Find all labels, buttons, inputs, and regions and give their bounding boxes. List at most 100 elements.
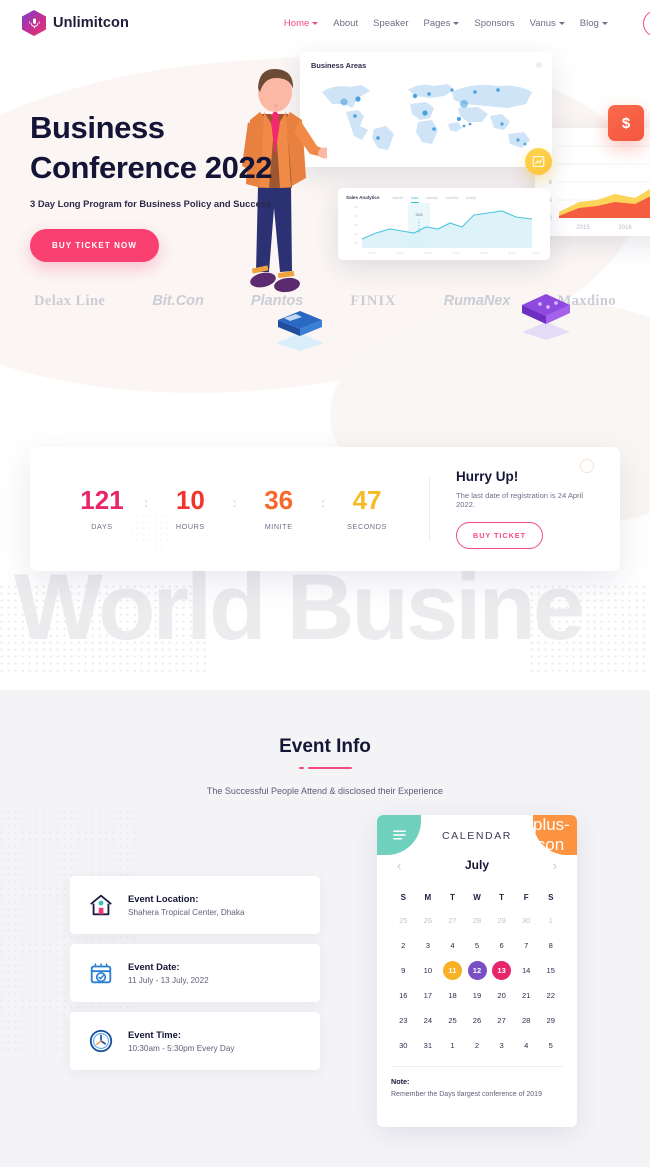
calendar-prev-month-button[interactable]: ‹ [397, 859, 401, 872]
calendar-day-cell[interactable]: 29 [538, 1008, 563, 1033]
calendar-day-cell[interactable]: 24 [416, 1008, 441, 1033]
gear-icon[interactable] [535, 61, 543, 69]
landing-page: Unlimitcon Home About Speaker Pages Spon… [0, 0, 650, 1167]
countdown-divider [429, 477, 430, 541]
microphone-hexagon-logo-icon [22, 10, 46, 36]
svg-text:21:00: 21:00 [509, 251, 516, 255]
svg-text:20: 20 [355, 232, 359, 236]
svg-text:23:00: 23:00 [533, 251, 540, 255]
nav-item-home[interactable]: Home [284, 18, 319, 29]
calendar-day-cell[interactable]: 4 [440, 933, 465, 958]
calendar-day-cell[interactable]: 26 [416, 908, 441, 933]
calendar-day-cell[interactable]: 20 [489, 983, 514, 1008]
event-time-value: 10:30am - 5:30pm Every Day [128, 1044, 235, 1053]
calendar-next-month-button[interactable]: › [553, 859, 557, 872]
event-location-title: Event Location: [128, 893, 199, 904]
calendar-day-cell[interactable]: 30 [514, 908, 539, 933]
buy-ticket-nav-button[interactable]: BUY TICKET [642, 9, 650, 37]
event-time-card[interactable]: Event Time: 10:30am - 5:30pm Every Day [70, 1012, 320, 1070]
calendar-day-cell[interactable]: 6 [489, 933, 514, 958]
calendar-day-cell[interactable]: 1 [538, 908, 563, 933]
calendar-day-cell[interactable]: 1 [440, 1033, 465, 1058]
calendar-day-cell[interactable]: 9 [391, 958, 416, 983]
dow-thu: T [499, 892, 505, 902]
calendar-week-row: 30 31 1 2 3 4 5 [391, 1033, 563, 1058]
hurry-up-block: Hurry Up! The last date of registration … [456, 469, 620, 549]
countdown-unit-seconds: 47 SECONDS [329, 487, 405, 531]
clock-icon [89, 1029, 113, 1053]
calendar-day-cell[interactable]: 14 [514, 958, 539, 983]
calendar-day-cell[interactable]: 23 [391, 1008, 416, 1033]
tab-monthly[interactable]: monthly [446, 196, 459, 200]
calendar-day-cell[interactable]: 4 [514, 1033, 539, 1058]
calendar-day-cell[interactable]: 21 [514, 983, 539, 1008]
calendar-day-cell[interactable]: 29 [489, 908, 514, 933]
calendar-day-cell[interactable]: 11 [440, 958, 465, 983]
calendar-day-cell[interactable]: 5 [538, 1033, 563, 1058]
calendar-note-title: Note: [391, 1077, 410, 1086]
event-info-header: Event Info The Successful People Attend … [0, 690, 650, 796]
calendar-day-cell[interactable]: 16 [391, 983, 416, 1008]
tab-yearly[interactable]: yearly [466, 196, 476, 200]
hero-copy: Business Conference 2022 3 Day Long Prog… [30, 108, 274, 263]
nav-item-pages[interactable]: Pages [423, 17, 460, 29]
calendar-day-cell[interactable]: 3 [489, 1033, 514, 1058]
calendar-day-cell[interactable]: 12 [465, 958, 490, 983]
calendar-day-cell[interactable]: 30 [391, 1033, 416, 1058]
tab-hour[interactable]: hour [411, 196, 419, 203]
nav-item-sponsors[interactable]: Sponsors [474, 18, 514, 29]
calendar-day-cell[interactable]: 13 [489, 958, 514, 983]
svg-text:19:00: 19:00 [481, 251, 488, 255]
calendar-day-cell[interactable]: 25 [440, 1008, 465, 1033]
calendar-day-cell[interactable]: 27 [489, 1008, 514, 1033]
calendar-add-button[interactable]: plus-icon [533, 815, 577, 855]
nav-item-vanus[interactable]: Vanus [530, 18, 565, 29]
countdown-separator: : [320, 494, 326, 510]
calendar-day-cell[interactable]: 31 [416, 1033, 441, 1058]
calendar-day-cell[interactable]: 2 [391, 933, 416, 958]
calendar-day-cell[interactable]: 17 [416, 983, 441, 1008]
calendar-day-cell[interactable]: 28 [465, 908, 490, 933]
calendar-day-cell[interactable]: 26 [465, 1008, 490, 1033]
calendar-day-cell[interactable]: 3 [416, 933, 441, 958]
nav-item-label: Speaker [373, 17, 409, 29]
calendar-day-cell[interactable]: 28 [514, 1008, 539, 1033]
nav-item-about[interactable]: About [333, 18, 358, 29]
calendar-day-cell[interactable]: 7 [514, 933, 539, 958]
calendar-day-cell[interactable]: 2 [465, 1033, 490, 1058]
event-info-cards: Event Location: Shahera Tropical Center,… [70, 876, 320, 1080]
world-map-graphic [322, 84, 532, 150]
calendar-day-highlight: 13 [492, 961, 512, 980]
calendar-day-cell[interactable]: 10 [416, 958, 441, 983]
nav-item-speaker[interactable]: Speaker [373, 18, 408, 29]
calendar-day-cell[interactable]: 5 [465, 933, 490, 958]
calendar-day-cell[interactable]: 18 [440, 983, 465, 1008]
hero-subtitle: 3 Day Long Program for Business Policy a… [30, 198, 274, 210]
hero-section: Unlimitcon Home About Speaker Pages Spon… [0, 0, 650, 690]
calendar-day-cell[interactable]: 15 [538, 958, 563, 983]
dow-sun: S [400, 892, 406, 902]
hero-title-line1: Business [30, 110, 165, 145]
nav-item-blog[interactable]: Blog [580, 18, 608, 29]
calendar-day-cell[interactable]: 27 [440, 908, 465, 933]
brand-logo[interactable]: Unlimitcon [22, 10, 129, 36]
countdown-seconds-label: SECONDS [347, 522, 387, 531]
buy-ticket-now-button[interactable]: BUY TICKET NOW [30, 229, 160, 263]
tab-weekly[interactable]: weekly [427, 196, 438, 200]
calendar-day-cell[interactable]: 19 [465, 983, 490, 1008]
title-underline [0, 767, 650, 769]
nav-menu: Home About Speaker Pages Sponsors Vanus … [284, 9, 650, 37]
event-location-card[interactable]: Event Location: Shahera Tropical Center,… [70, 876, 320, 934]
calendar-icon [90, 963, 112, 984]
buy-ticket-countdown-button[interactable]: BUY TICKET [456, 522, 543, 549]
event-date-card[interactable]: Event Date: 11 July - 13 July, 2022 [70, 944, 320, 1002]
sponsor-logo-delax-line: Delax Line [34, 292, 106, 309]
calendar-day-cell[interactable]: 22 [538, 983, 563, 1008]
calendar-day-cell[interactable]: 25 [391, 908, 416, 933]
nav-item-label: Sponsors [474, 17, 515, 29]
sales-analytics-tabs: minute hour weekly monthly yearly [393, 196, 476, 203]
calendar-day-cell[interactable]: 8 [538, 933, 563, 958]
hamburger-icon [392, 830, 406, 840]
tab-minute[interactable]: minute [393, 196, 404, 200]
nav-item-label: Pages [423, 17, 451, 29]
